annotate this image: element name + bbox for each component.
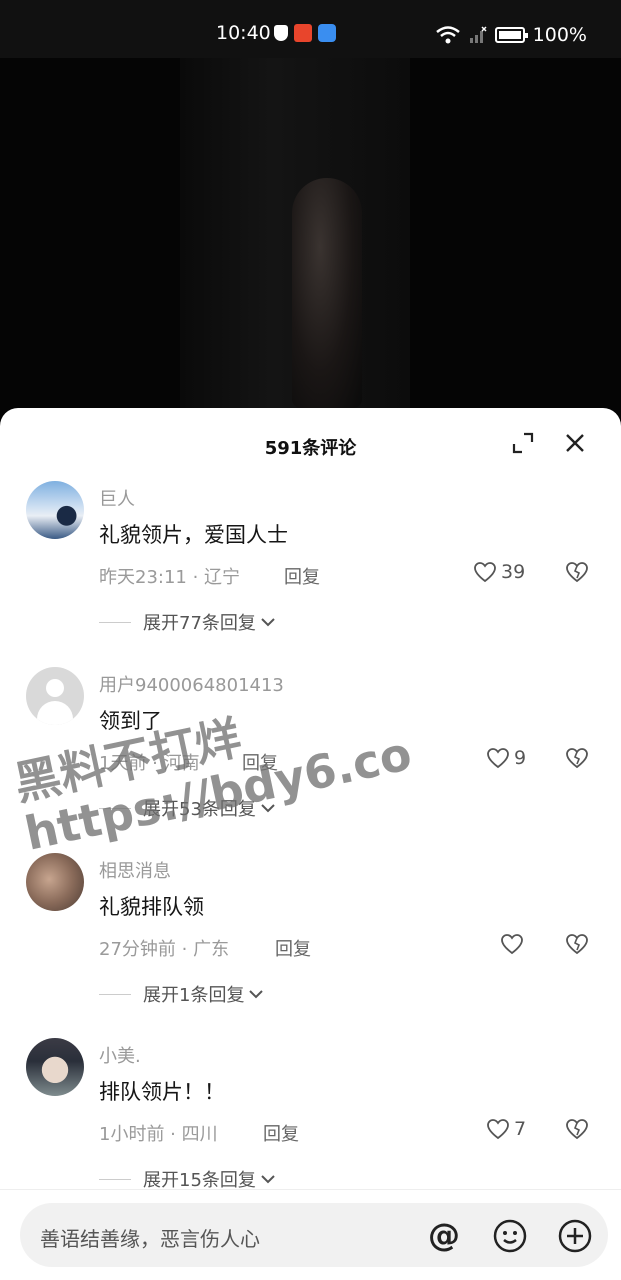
- heart-icon: [487, 748, 509, 769]
- reply-button[interactable]: 回复: [263, 1120, 299, 1146]
- expand-replies-button[interactable]: 展开53条回复: [99, 795, 276, 821]
- comment-input[interactable]: 善语结善缘，恶言伤人心 @: [20, 1203, 608, 1267]
- chevron-down-icon: [261, 804, 275, 813]
- status-time: 10:40: [216, 22, 271, 44]
- battery-percent: 100%: [532, 24, 587, 46]
- comment-username[interactable]: 相思消息: [99, 857, 171, 883]
- status-bar: 10:40 100%: [0, 0, 621, 58]
- comment-text: 礼貌排队领: [99, 895, 204, 919]
- like-button[interactable]: 39: [473, 561, 525, 583]
- expand-replies-button[interactable]: 展开1条回复: [99, 981, 264, 1007]
- app-notification-icon: [294, 24, 312, 42]
- comment-text: 礼貌领片，爱国人士: [99, 523, 288, 547]
- broken-heart-icon[interactable]: [565, 933, 589, 955]
- heart-icon: [487, 1119, 509, 1140]
- comment-text: 排队领片！！: [99, 1080, 225, 1104]
- like-button[interactable]: 9: [486, 747, 526, 769]
- heart-icon: [474, 562, 496, 583]
- reply-button[interactable]: 回复: [275, 935, 311, 961]
- comment-item: 用户9400064801413 领到了 1天前 · 河南 回复 9 展开53条回…: [0, 667, 621, 853]
- comments-sheet: 591条评论 巨人 礼貌领片，爱国人士 昨天23:11 · 辽宁 回复 39 展…: [0, 408, 621, 1280]
- chevron-down-icon: [261, 1175, 275, 1184]
- comment-meta: 昨天23:11 · 辽宁: [99, 567, 241, 588]
- wifi-icon: [435, 26, 460, 44]
- avatar[interactable]: [26, 853, 84, 911]
- expand-replies-label: 展开1条回复: [143, 985, 245, 1006]
- video-player[interactable]: [0, 58, 621, 418]
- comment-item: 相思消息 礼貌排队领 27分钟前 · 广东 回复 展开1条回复: [0, 853, 621, 1039]
- signal-icon: [469, 26, 487, 43]
- comment-username[interactable]: 小美.: [99, 1042, 141, 1068]
- like-button[interactable]: 7: [486, 1118, 526, 1140]
- plus-icon[interactable]: [558, 1219, 592, 1253]
- comment-meta: 1小时前 · 四川: [99, 1124, 218, 1145]
- chevron-down-icon: [261, 618, 275, 627]
- shield-icon: [274, 25, 288, 41]
- chevron-down-icon: [249, 990, 264, 999]
- expand-replies-label: 展开53条回复: [143, 799, 256, 820]
- broken-heart-icon[interactable]: [565, 747, 589, 769]
- comment-item: 巨人 礼貌领片，爱国人士 昨天23:11 · 辽宁 回复 39 展开77条回复: [0, 481, 621, 667]
- reply-button[interactable]: 回复: [242, 749, 278, 775]
- emoji-icon[interactable]: [493, 1219, 527, 1253]
- like-button[interactable]: [500, 933, 528, 955]
- comment-text: 领到了: [99, 709, 162, 733]
- broken-heart-icon[interactable]: [565, 1118, 589, 1140]
- comment-meta: 27分钟前 · 广东: [99, 939, 230, 960]
- avatar[interactable]: [26, 481, 84, 539]
- like-count: 9: [514, 747, 527, 769]
- battery-icon: [494, 27, 528, 43]
- reply-button[interactable]: 回复: [284, 563, 320, 589]
- video-figure: [292, 178, 362, 408]
- like-count: 7: [514, 1118, 527, 1140]
- comment-input-bar: 善语结善缘，恶言伤人心 @: [0, 1189, 621, 1280]
- avatar[interactable]: [26, 1038, 84, 1096]
- comment-input-placeholder: 善语结善缘，恶言伤人心: [40, 1227, 260, 1251]
- avatar[interactable]: [26, 667, 84, 725]
- heart-icon: [501, 934, 523, 955]
- close-icon[interactable]: [564, 432, 586, 454]
- browser-notification-icon: [318, 24, 336, 42]
- broken-heart-icon[interactable]: [565, 561, 589, 583]
- comment-username[interactable]: 用户9400064801413: [99, 671, 284, 697]
- expand-replies-button[interactable]: 展开77条回复: [99, 609, 276, 635]
- comment-meta: 1天前 · 河南: [99, 753, 200, 774]
- like-count: 39: [501, 561, 526, 583]
- expand-replies-label: 展开77条回复: [143, 613, 256, 634]
- at-mention-icon[interactable]: @: [428, 1219, 460, 1251]
- expand-icon[interactable]: [512, 432, 534, 454]
- comment-username[interactable]: 巨人: [99, 485, 135, 511]
